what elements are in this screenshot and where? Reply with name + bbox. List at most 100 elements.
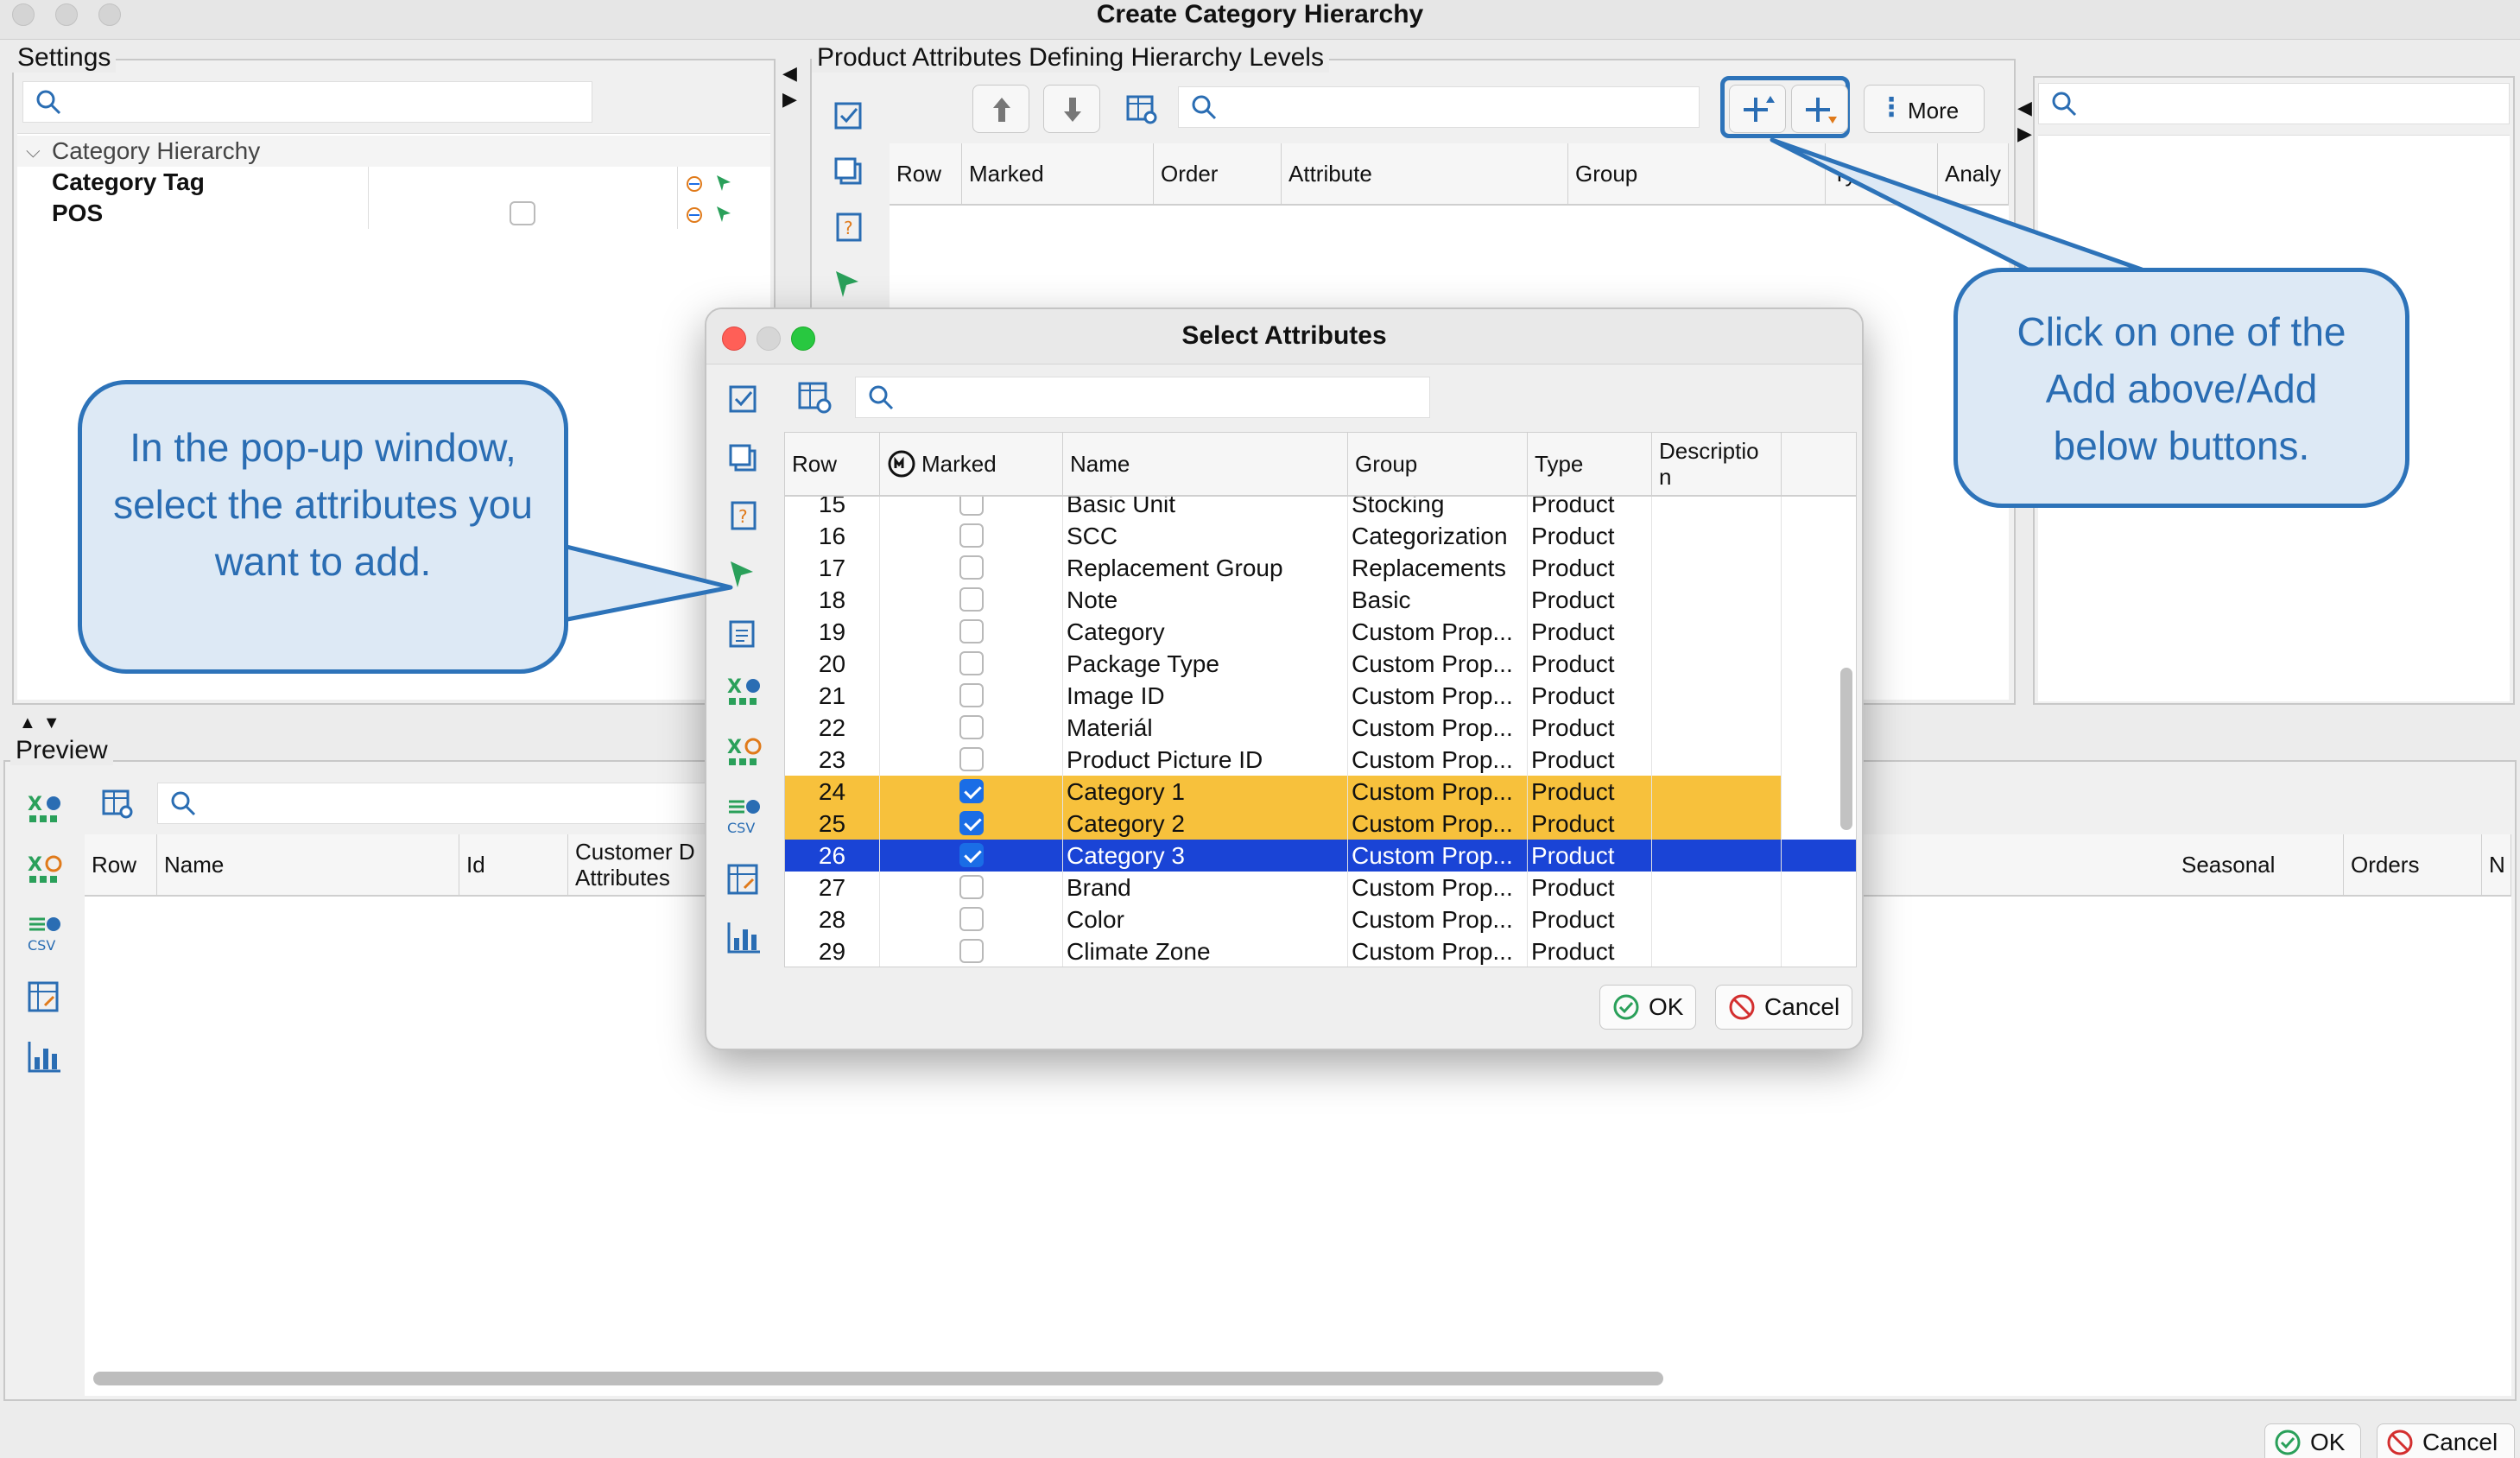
marked-checkbox[interactable] xyxy=(959,523,984,548)
col-row[interactable]: Row xyxy=(85,834,157,895)
dialog-cancel-button[interactable]: Cancel xyxy=(1715,985,1853,1030)
cell-marked[interactable] xyxy=(880,744,1063,776)
marked-checkbox[interactable] xyxy=(959,907,984,931)
col-attribute[interactable]: Attribute xyxy=(1282,143,1568,204)
col-type[interactable]: Ty xyxy=(1826,143,1938,204)
col-marked[interactable]: Marked xyxy=(962,143,1154,204)
excel-settings-icon[interactable]: X xyxy=(725,734,763,772)
col-analysis[interactable]: Analy xyxy=(1938,143,2009,204)
move-up-button[interactable] xyxy=(972,85,1029,133)
splitter-arrows-right[interactable]: ◀ ▶ xyxy=(2017,95,2032,147)
cell-marked[interactable] xyxy=(880,808,1063,840)
add-above-button[interactable] xyxy=(1729,85,1786,133)
excel-settings-icon[interactable]: X xyxy=(26,852,64,890)
marked-checkbox[interactable] xyxy=(959,683,984,707)
marked-checkbox[interactable] xyxy=(959,587,984,612)
splitter-arrows[interactable]: ◀ ▶ xyxy=(782,60,797,112)
marked-checkbox[interactable] xyxy=(959,875,984,899)
grid-row[interactable]: 24 Category 1 Custom Prop... Product xyxy=(785,776,1856,808)
preview-search-input[interactable] xyxy=(157,783,776,824)
dialog-ok-button[interactable]: OK xyxy=(1599,985,1697,1030)
grid-row[interactable]: 15 Basic Unit Stocking Product xyxy=(785,497,1856,520)
col-id[interactable]: Id xyxy=(459,834,568,895)
grid-row[interactable]: 20 Package Type Custom Prop... Product xyxy=(785,648,1856,680)
pivot-icon[interactable] xyxy=(725,862,763,900)
col-name[interactable]: Name xyxy=(1063,433,1348,495)
footer-cancel-button[interactable]: Cancel xyxy=(2377,1423,2515,1458)
move-down-button[interactable] xyxy=(1043,85,1100,133)
footer-ok-button[interactable]: OK xyxy=(2264,1423,2361,1458)
refresh-icon[interactable] xyxy=(684,174,705,194)
help-icon[interactable]: ? xyxy=(831,209,865,244)
cell-marked[interactable] xyxy=(880,872,1063,903)
grid-row[interactable]: 16 SCC Categorization Product xyxy=(785,520,1856,552)
right-search-input[interactable] xyxy=(2038,83,2510,124)
tree-item-pos[interactable]: POS xyxy=(17,198,770,229)
table-settings-icon[interactable] xyxy=(796,378,834,416)
excel-icon[interactable]: X xyxy=(725,674,763,712)
table-settings-icon[interactable] xyxy=(1124,92,1159,126)
cell-marked[interactable] xyxy=(880,552,1063,584)
col-group[interactable]: Group xyxy=(1348,433,1528,495)
check-all-icon[interactable] xyxy=(831,98,865,133)
paste-icon[interactable] xyxy=(725,615,760,650)
csv-icon[interactable]: CSV xyxy=(725,796,763,838)
grid-row[interactable]: 27 Brand Custom Prop... Product xyxy=(785,872,1856,903)
cell-marked[interactable] xyxy=(880,840,1063,872)
cell-marked[interactable] xyxy=(880,648,1063,680)
cursor-icon[interactable] xyxy=(725,556,760,591)
vertical-splitter-arrows[interactable]: ▲▼ xyxy=(19,713,67,733)
grid-row[interactable]: 22 Materiál Custom Prop... Product xyxy=(785,712,1856,744)
tree-root[interactable]: ⌵ Category Hierarchy xyxy=(17,136,770,167)
grid-row[interactable]: 21 Image ID Custom Prop... Product xyxy=(785,680,1856,712)
copy-icon[interactable] xyxy=(831,154,865,188)
pivot-icon[interactable] xyxy=(26,979,64,1017)
grid-row[interactable]: 23 Product Picture ID Custom Prop... Produc… xyxy=(785,744,1856,776)
table-settings-icon[interactable] xyxy=(100,786,135,821)
marked-checkbox[interactable] xyxy=(959,715,984,739)
col-n[interactable]: N xyxy=(2482,834,2511,895)
col-marked[interactable]: Marked xyxy=(880,433,1063,495)
grid-row[interactable]: 26 Category 3 Custom Prop... Product xyxy=(785,840,1856,872)
marked-checkbox[interactable] xyxy=(959,811,984,835)
col-name[interactable]: Name xyxy=(157,834,459,895)
grid-vertical-scrollbar[interactable] xyxy=(1840,668,1852,830)
marked-checkbox[interactable] xyxy=(959,747,984,771)
tree-item-category-tag[interactable]: Category Tag xyxy=(17,167,770,198)
col-group[interactable]: Group xyxy=(1568,143,1826,204)
marked-checkbox[interactable] xyxy=(959,843,984,867)
chart-icon[interactable] xyxy=(26,1038,64,1076)
cell-marked[interactable] xyxy=(880,520,1063,552)
col-type[interactable]: Type xyxy=(1528,433,1652,495)
preview-horizontal-scrollbar[interactable] xyxy=(93,1372,1663,1385)
help-icon[interactable]: ? xyxy=(725,498,760,532)
grid-row[interactable]: 25 Category 2 Custom Prop... Product xyxy=(785,808,1856,840)
marked-checkbox[interactable] xyxy=(959,779,984,803)
marked-checkbox[interactable] xyxy=(959,939,984,963)
grid-row[interactable]: 19 Category Custom Prop... Product xyxy=(785,616,1856,648)
cell-marked[interactable] xyxy=(880,712,1063,744)
col-seasonal[interactable]: Seasonal xyxy=(2175,834,2344,895)
cursor-icon[interactable] xyxy=(831,266,865,301)
pos-checkbox[interactable] xyxy=(510,201,535,225)
add-below-button[interactable] xyxy=(1791,85,1848,133)
check-all-icon[interactable] xyxy=(725,382,760,416)
marked-checkbox[interactable] xyxy=(959,497,984,516)
cell-marked[interactable] xyxy=(880,680,1063,712)
grid-row[interactable]: 28 Color Custom Prop... Product xyxy=(785,903,1856,935)
more-button[interactable]: ⋮ More xyxy=(1864,85,1985,133)
marked-checkbox[interactable] xyxy=(959,555,984,580)
excel-icon[interactable]: X xyxy=(26,791,64,829)
refresh-icon[interactable] xyxy=(684,205,705,225)
cell-marked[interactable] xyxy=(880,497,1063,520)
cursor-icon[interactable] xyxy=(713,203,736,225)
chart-icon[interactable] xyxy=(725,919,763,957)
col-row[interactable]: Row xyxy=(785,433,880,495)
col-orders[interactable]: Orders xyxy=(2344,834,2482,895)
copy-icon[interactable] xyxy=(725,441,760,475)
cell-marked[interactable] xyxy=(880,776,1063,808)
grid-row[interactable]: 18 Note Basic Product xyxy=(785,584,1856,616)
dialog-search-input[interactable] xyxy=(855,377,1430,418)
cursor-icon[interactable] xyxy=(713,172,736,194)
cell-marked[interactable] xyxy=(880,584,1063,616)
